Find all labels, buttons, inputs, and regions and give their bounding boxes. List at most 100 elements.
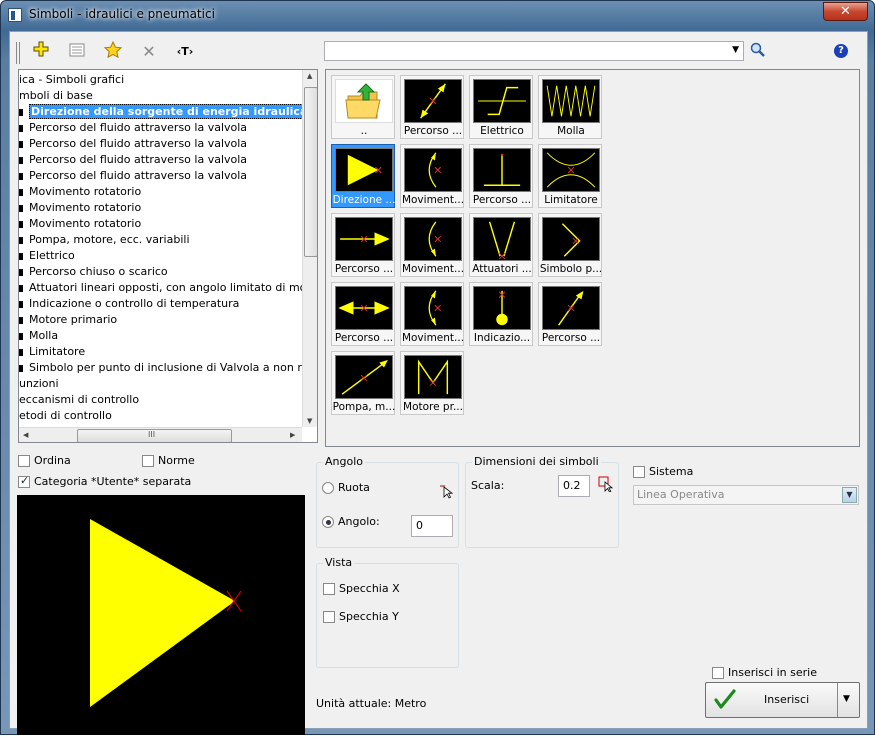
scroll-left-icon[interactable]: ◀ [23,431,28,439]
tree-item-label: eccanismi di controllo [19,393,140,406]
scroll-thumb-horizontal[interactable]: III [77,429,232,442]
inserisci-button[interactable]: Inserisci ▼ [705,682,860,718]
checkbox-box[interactable] [142,455,154,467]
close-button[interactable]: ✕ [823,2,868,21]
tree-item[interactable]: Limitatore [19,344,85,360]
checkbox-box[interactable] [633,466,645,478]
tree-item[interactable]: Molla [19,328,58,344]
symbol-cell[interactable]: .. [331,75,395,139]
tree-item[interactable]: Motore primario [19,312,117,328]
favorite-star-icon[interactable] [102,40,124,63]
tree-item[interactable]: Percorso del fluido attraverso la valvol… [19,120,247,136]
symbol-cell-label: Moviment... [401,332,465,344]
checkbox-box[interactable] [18,455,30,467]
symbol-cell[interactable]: Percorso ... [538,282,602,346]
help-icon[interactable]: ? [834,44,848,58]
tree-bullet-icon [19,332,23,340]
ordina-checkbox[interactable]: Ordina [18,454,71,467]
symbol-cell[interactable]: Percorso ... [331,282,395,346]
symbol-cell[interactable]: Pompa, m... [331,351,395,415]
tree-item-label: mboli di base [19,89,93,102]
symbol-cell[interactable]: Indicazio... [469,282,533,346]
tree-item[interactable]: Percorso del fluido attraverso la valvol… [19,136,247,152]
symbol-cell[interactable]: Molla [538,75,602,139]
symbol-cell-label: Direzione ... [332,194,396,206]
categoria-checkbox[interactable]: Categoria *Utente* separata [18,474,191,488]
symbol-thumbnail [473,286,531,330]
angolo-radio[interactable]: Angolo: [322,515,380,528]
dialog-window: Simboli - idraulici e pneumatici ✕ ✕ ‹T›… [0,0,875,735]
text-tag-icon[interactable]: ‹T› [174,41,196,63]
chevron-down-icon[interactable]: ▼ [842,487,857,503]
symbol-thumbnail [335,355,393,399]
symbol-thumbnail [542,217,600,261]
ruota-radio[interactable]: Ruota [322,481,370,494]
tree-item[interactable]: Movimento rotatorio [19,216,141,232]
tree-item[interactable]: Percorso del fluido attraverso la valvol… [19,152,247,168]
checkbox-box[interactable] [323,583,335,595]
angolo-input[interactable]: 0 [411,515,453,537]
symbol-cell[interactable]: Direzione ... [331,144,395,208]
pick-scale-icon[interactable] [598,476,614,495]
scroll-thumb[interactable] [304,87,317,257]
radio-circle[interactable] [322,482,334,494]
symbol-cell-label: Limitatore [544,194,598,206]
checkbox-box[interactable] [712,667,724,679]
scroll-up-icon[interactable]: ▲ [307,72,312,80]
tree-item[interactable]: Pompa, motore, ecc. variabili [19,232,190,248]
scroll-right-icon[interactable]: ▶ [290,431,295,439]
specchia-y-checkbox[interactable]: Specchia Y [323,610,399,623]
scroll-down-icon[interactable]: ▼ [307,417,312,425]
sistema-select[interactable]: Linea Operativa ▼ [633,485,859,505]
tree-item[interactable]: Attuatori lineari opposti, con angolo li… [19,280,317,296]
search-icon[interactable] [750,42,766,61]
symbol-cell[interactable]: Limitatore [538,144,602,208]
toolbar-grip[interactable] [16,42,20,64]
specchia-x-checkbox[interactable]: Specchia X [323,582,400,595]
radio-circle[interactable] [322,516,334,528]
search-combo[interactable]: ▼ [324,41,744,61]
tree-item[interactable]: unzioni [19,376,59,392]
tree-item[interactable]: Simbolo per punto di inclusione di Valvo… [19,360,317,376]
checkbox-box[interactable] [323,611,335,623]
tree-item[interactable]: Movimento rotatorio [19,184,141,200]
properties-icon[interactable] [66,41,88,63]
symbol-cell[interactable]: Moviment... [400,213,464,277]
symbol-cell[interactable]: Simbolo p... [538,213,602,277]
tree-item[interactable]: Movimento rotatorio [19,200,141,216]
checkbox-box[interactable] [18,474,30,488]
tree-item[interactable]: mboli di base [19,88,93,104]
symbol-thumbnail [335,217,393,261]
symbol-cell[interactable]: Percorso ... [400,75,464,139]
symbol-cell[interactable]: Elettrico [469,75,533,139]
category-tree[interactable]: etodi di controllo eccanismi di controllo… [18,69,318,443]
tree-item[interactable]: Indicazione o controllo di temperatura [19,296,239,312]
sistema-checkbox[interactable]: Sistema [633,465,693,478]
tree-item[interactable]: Elettrico [19,248,75,264]
title-bar[interactable]: Simboli - idraulici e pneumatici ✕ [1,1,874,29]
chevron-down-icon[interactable]: ▼ [843,694,850,704]
symbol-cell[interactable]: Moviment... [400,282,464,346]
tree-item[interactable]: Percorso chiuso o scarico [19,264,168,280]
symbol-cell[interactable]: Percorso ... [331,213,395,277]
norme-checkbox[interactable]: Norme [142,454,195,467]
tree-item[interactable]: eccanismi di controllo [19,392,139,408]
delete-icon[interactable]: ✕ [138,41,160,63]
dimensioni-group: Dimensioni dei simboli Scala: 0.2 [465,455,619,548]
tree-item[interactable]: ica - Simboli grafici [19,72,124,88]
tree-bullet-icon [19,140,23,148]
chevron-down-icon[interactable]: ▼ [732,45,739,55]
symbol-cell[interactable]: Attuatori ... [469,213,533,277]
add-icon[interactable] [30,41,52,63]
inserisci-serie-checkbox[interactable]: Inserisci in serie [712,666,817,679]
symbol-cell[interactable]: Motore pr... [400,351,464,415]
tree-item[interactable]: Percorso del fluido attraverso la valvol… [19,168,247,184]
tree-item[interactable]: Direzione della sorgente di energia idra… [19,104,310,120]
tree-horizontal-scrollbar[interactable]: ◀ III ▶ [19,427,302,442]
scala-input[interactable]: 0.2 [558,475,590,497]
symbol-cell[interactable]: Percorso ... [469,144,533,208]
symbol-cell[interactable]: Moviment... [400,144,464,208]
pick-angle-icon[interactable] [439,483,454,502]
tree-vertical-scrollbar[interactable]: ▲ ▼ [302,70,317,427]
tree-item[interactable]: etodi di controllo [19,408,112,424]
